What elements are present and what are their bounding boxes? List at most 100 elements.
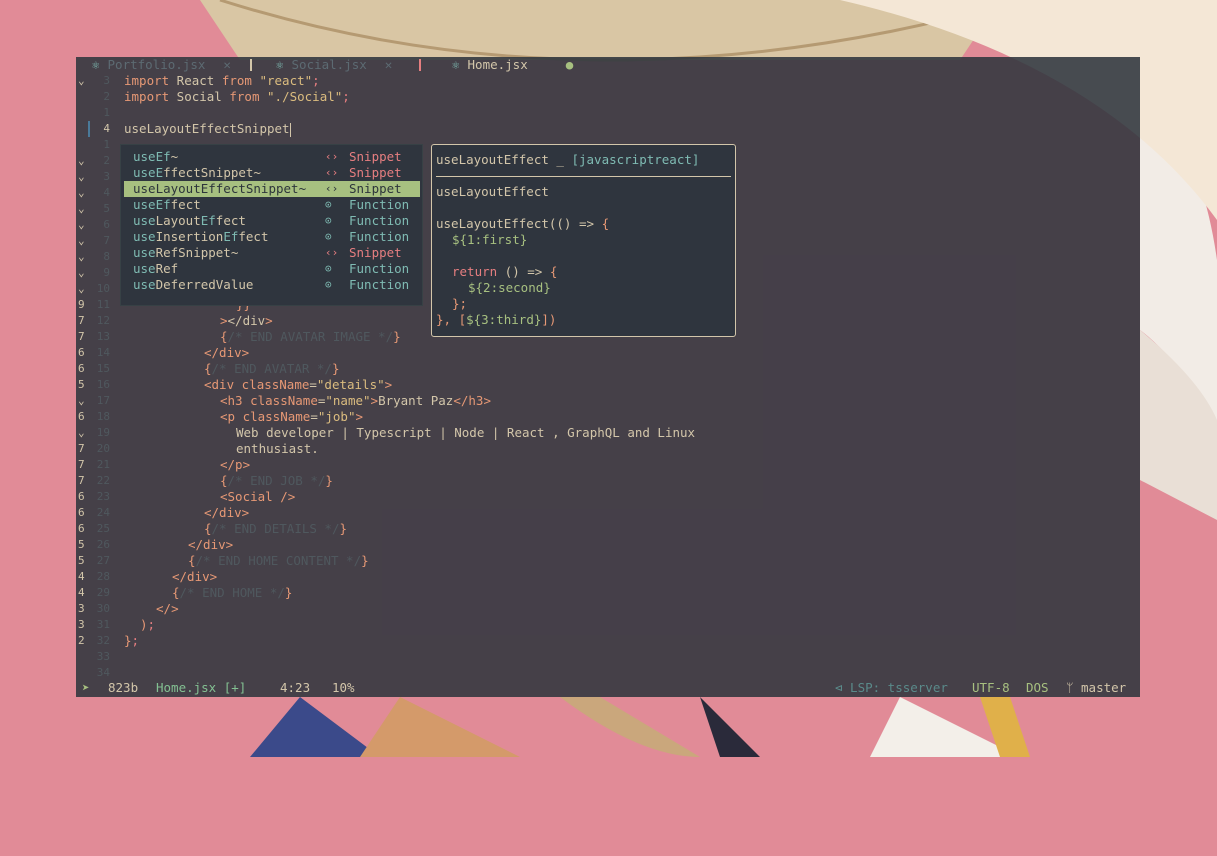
line-number: 4 — [103, 122, 110, 135]
completion-item[interactable]: useRefSnippet~ ‹› Snippet — [124, 245, 420, 261]
completion-label: useLayoutEffect — [133, 213, 246, 228]
fold-chevron-icon[interactable]: ⌄ — [78, 153, 85, 169]
fold-chevron-icon[interactable]: ⌄ — [78, 233, 85, 249]
fold-chevron-icon[interactable]: ⌄ — [78, 265, 85, 281]
gutter-line: 5 27 — [76, 553, 120, 569]
text-cursor — [289, 122, 291, 137]
tab-home[interactable]: ⚛ Home.jsx ● — [452, 57, 573, 73]
completion-doc-popup: useLayoutEffect _ [javascriptreact] useL… — [431, 144, 736, 337]
completion-item[interactable]: useLayoutEffect ⊙ Function — [124, 213, 420, 229]
line-number: 23 — [96, 490, 110, 503]
completion-label: useEffectSnippet~ — [133, 165, 261, 180]
completion-item[interactable]: useEf~ ‹› Snippet — [124, 149, 420, 165]
code-line: </p> — [220, 457, 251, 472]
line-number: 8 — [103, 250, 110, 263]
gutter-line: 5 26 — [76, 537, 120, 553]
completion-item[interactable]: useInsertionEffect ⊙ Function — [124, 229, 420, 245]
code-line: </div> — [204, 345, 250, 360]
completion-kind: Snippet — [349, 245, 402, 260]
completion-label: useLayoutEffectSnippet~ — [133, 181, 307, 196]
doc-title: useLayoutEffect _ [javascriptreact] — [436, 152, 700, 167]
lsp-status: ⊲ LSP: tsserver — [835, 680, 948, 695]
completion-label: useDeferredValue — [133, 277, 254, 292]
function-icon: ⊙ — [325, 198, 332, 211]
code-line: import Social from "./Social"; — [124, 89, 350, 104]
current-code-line: useLayoutEffectSnippet — [124, 121, 291, 137]
line-number: 14 — [96, 346, 110, 359]
cursor-position: 4:23 — [280, 680, 311, 695]
gutter-line: ⌄ 7 — [76, 233, 120, 249]
code-line: {/* END AVATAR IMAGE */} — [220, 329, 401, 344]
function-icon: ⊙ — [325, 278, 332, 291]
tab-close-icon[interactable]: ✕ — [223, 57, 231, 72]
fold-level: 6 — [78, 410, 85, 423]
code-line: </div> — [204, 505, 250, 520]
fold-chevron-icon[interactable]: ⌄ — [78, 393, 85, 409]
fold-chevron-icon[interactable]: ⌄ — [78, 201, 85, 217]
code-line: {/* END AVATAR */} — [204, 361, 340, 376]
line-number: 16 — [96, 378, 110, 391]
completion-kind: Function — [349, 197, 410, 212]
tab-social[interactable]: ⚛ Social.jsx ✕ — [276, 57, 392, 73]
doc-code-line: }; — [452, 296, 468, 311]
line-number: 3 — [103, 170, 110, 183]
fold-chevron-icon[interactable]: ⌄ — [78, 185, 85, 201]
line-number: 13 — [96, 330, 110, 343]
gutter-line: 7 12 — [76, 313, 120, 329]
completion-menu[interactable]: useEf~ ‹› Snippet useEffectSnippet~ ‹› Snippe… — [120, 144, 423, 306]
fold-chevron-icon[interactable]: ⌄ — [78, 249, 85, 265]
gutter-line: 6 15 — [76, 361, 120, 377]
fold-level: 7 — [78, 458, 85, 471]
function-icon: ⊙ — [325, 214, 332, 227]
code-line: </div> — [188, 537, 234, 552]
fold-chevron-icon[interactable]: ⌄ — [78, 217, 85, 233]
snippet-icon: ‹› — [325, 182, 339, 195]
fold-chevron-icon[interactable]: ⌄ — [78, 281, 85, 297]
code-line: {/* END HOME */} — [172, 585, 293, 600]
tab-close-icon[interactable]: ✕ — [385, 57, 393, 72]
fold-chevron-icon[interactable]: ⌄ — [78, 169, 85, 185]
file-size: 823b — [108, 680, 139, 695]
function-icon: ⊙ — [325, 262, 332, 275]
completion-kind: Snippet — [349, 165, 402, 180]
code-line: {/* END HOME CONTENT */} — [188, 553, 369, 568]
completion-item[interactable]: useRef ⊙ Function — [124, 261, 420, 277]
completion-item[interactable]: useEffectSnippet~ ‹› Snippet — [124, 165, 420, 181]
mode-icon: ➤ — [82, 680, 90, 695]
doc-divider — [436, 176, 731, 177]
line-number: 32 — [96, 634, 110, 647]
fold-chevron-icon[interactable]: ⌄ — [78, 425, 85, 441]
line-number: 2 — [103, 90, 110, 103]
fold-level: 4 — [78, 570, 85, 583]
line-number: 1 — [103, 106, 110, 119]
fold-level: 4 — [78, 586, 85, 599]
gutter-line: ⌄ 3 — [76, 73, 120, 89]
fold-level: 7 — [78, 442, 85, 455]
active-tab-indicator — [419, 59, 421, 71]
completion-label: useEf~ — [133, 149, 179, 164]
gutter-line: 6 24 — [76, 505, 120, 521]
tab-portfolio[interactable]: ⚛ Portfolio.jsx ✕ — [92, 57, 231, 73]
gutter-line: 4 — [76, 121, 120, 137]
doc-signature: useLayoutEffect — [436, 184, 549, 199]
gutter-line: ⌄ 2 — [76, 153, 120, 169]
completion-label: useInsertionEffect — [133, 229, 269, 244]
code-line: ); — [140, 617, 156, 632]
file-name: Home.jsx [+] — [156, 680, 247, 695]
react-file-icon: ⚛ — [92, 57, 100, 72]
line-number: 10 — [96, 282, 110, 295]
gutter-line: 6 25 — [76, 521, 120, 537]
fold-level: 6 — [78, 490, 85, 503]
fold-level: 9 — [78, 298, 85, 311]
line-number: 2 — [103, 154, 110, 167]
line-number: 31 — [96, 618, 110, 631]
code-line: }; — [124, 633, 140, 648]
line-number: 1 — [103, 138, 110, 151]
completion-item[interactable]: useDeferredValue ⊙ Function — [124, 277, 420, 293]
completion-item-selected[interactable]: useLayoutEffectSnippet~ ‹› Snippet — [124, 181, 420, 197]
code-line: import React from "react"; — [124, 73, 320, 88]
completion-item[interactable]: useEffect ⊙ Function — [124, 197, 420, 213]
fold-chevron-icon[interactable]: ⌄ — [78, 73, 85, 89]
doc-code-line: ${1:first} — [452, 232, 528, 247]
line-number: 17 — [96, 394, 110, 407]
